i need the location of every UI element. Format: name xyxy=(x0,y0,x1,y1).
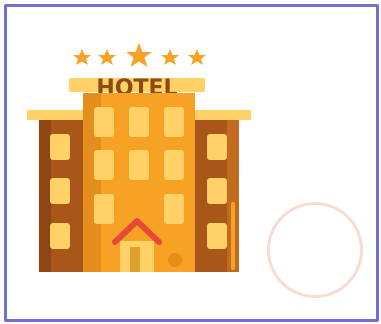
card-frame: HOTEL xyxy=(4,4,379,322)
select-circle-button[interactable] xyxy=(267,202,363,298)
stars-icon xyxy=(73,43,206,67)
